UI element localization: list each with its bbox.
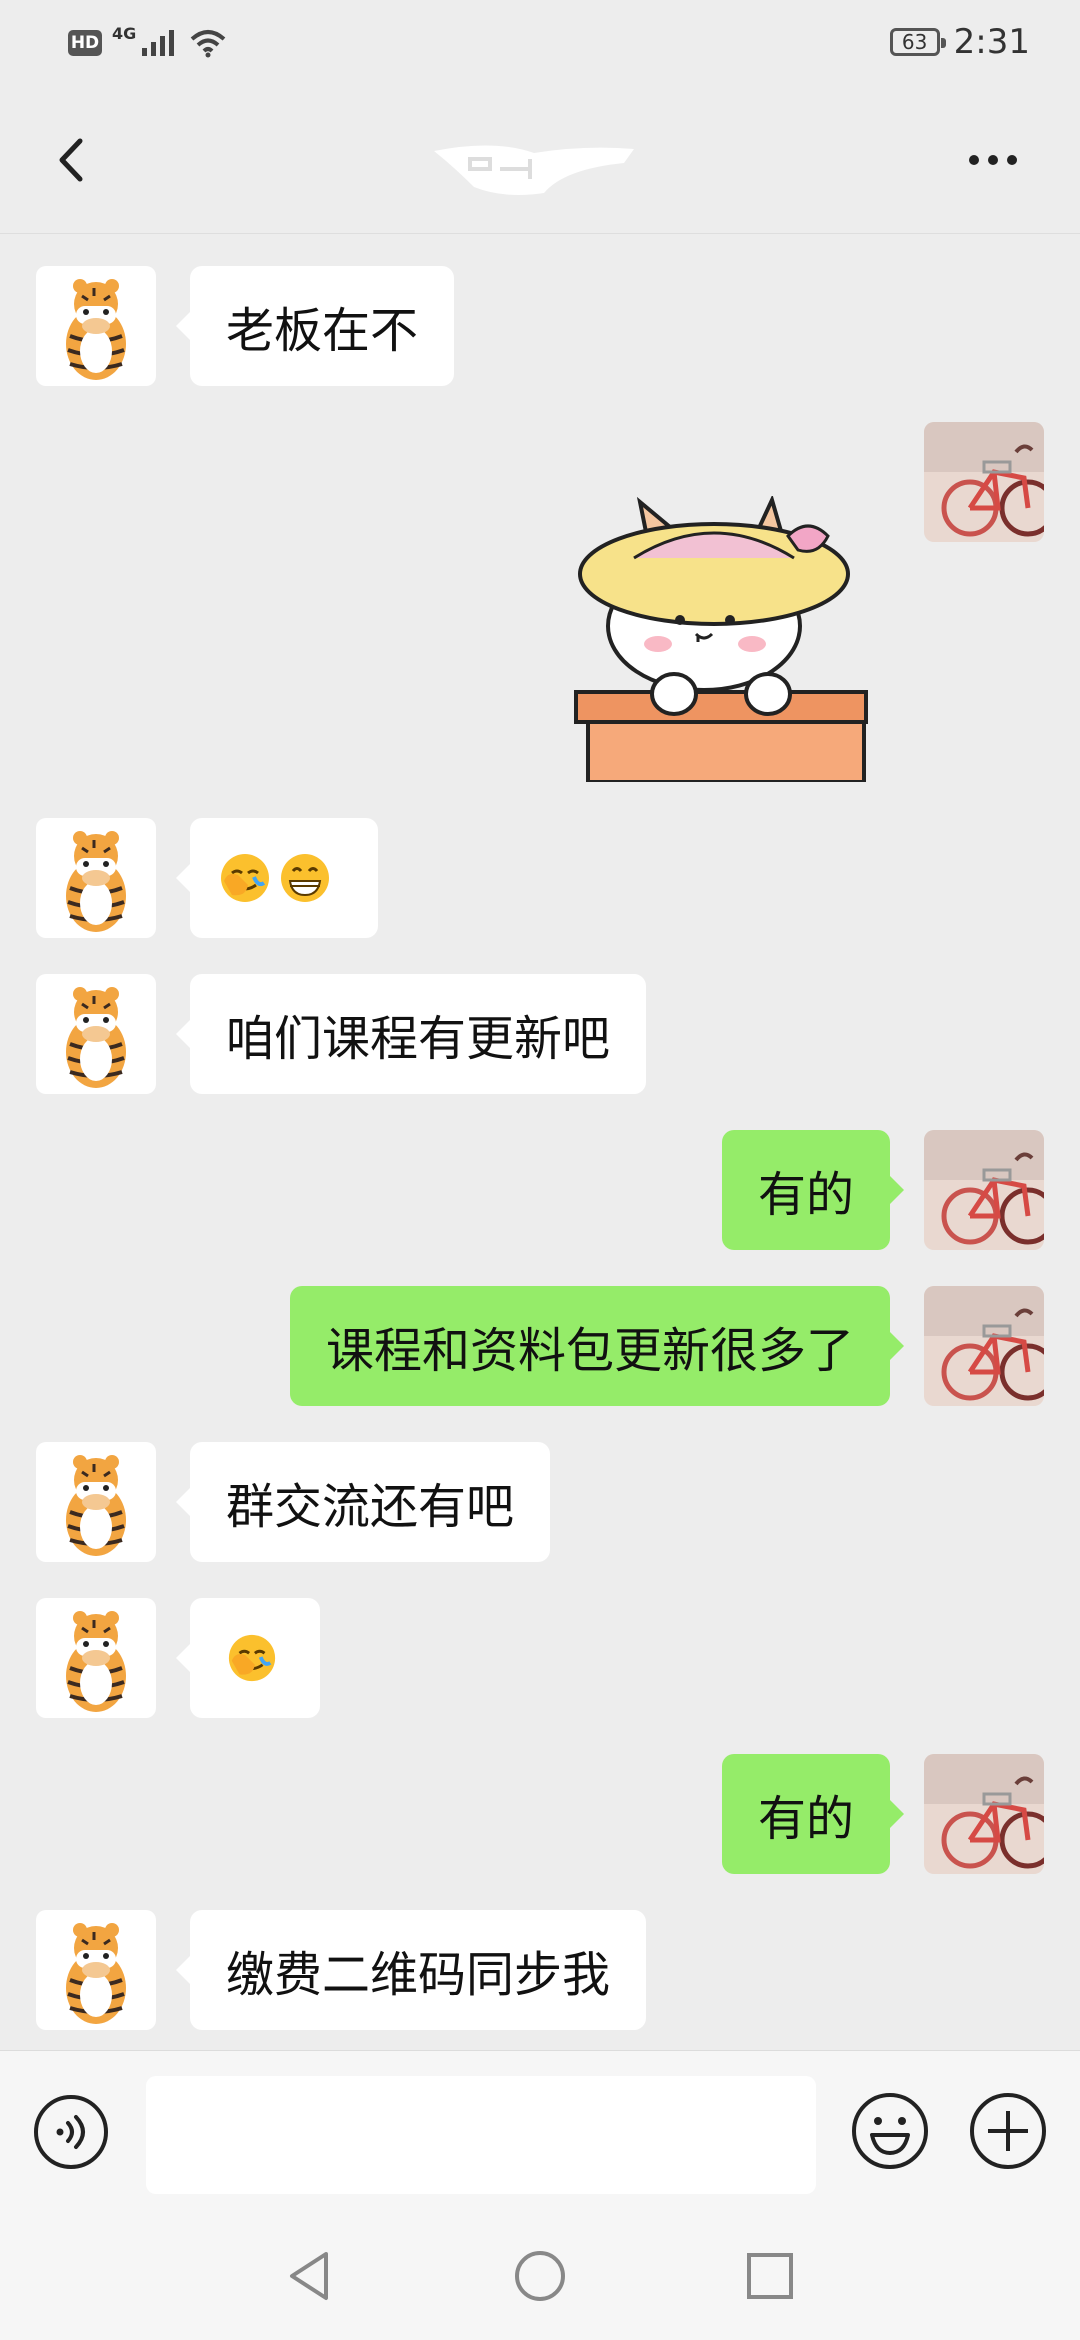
message-incoming[interactable] xyxy=(176,818,378,938)
message-text: 老板在不 xyxy=(226,303,419,359)
message-incoming[interactable] xyxy=(176,1598,320,1718)
triangle-back-icon[interactable] xyxy=(282,2248,338,2304)
wifi-icon xyxy=(190,30,226,58)
message-incoming[interactable]: 咱们课程有更新吧 xyxy=(175,974,647,1094)
grinning-emoji xyxy=(278,851,332,905)
network-type: 4G xyxy=(112,23,137,43)
chat-header xyxy=(0,95,1080,234)
status-right: 63 2:31 xyxy=(889,22,1030,62)
contact-avatar[interactable] xyxy=(36,974,156,1094)
plus-icon[interactable] xyxy=(968,2091,1048,2171)
square-recents-icon[interactable] xyxy=(742,2248,798,2304)
contact-avatar[interactable] xyxy=(36,1910,156,2030)
message-incoming[interactable]: 群交流还有吧 xyxy=(175,1442,551,1562)
more-horizontal-icon[interactable] xyxy=(958,125,1028,195)
system-navigation xyxy=(0,2210,1080,2340)
face-palm-emoji xyxy=(218,851,272,905)
contact-avatar[interactable] xyxy=(36,266,156,386)
circle-home-icon[interactable] xyxy=(512,2248,568,2304)
my-avatar[interactable] xyxy=(924,1286,1044,1406)
message-outgoing[interactable]: 有的 xyxy=(721,1130,905,1250)
message-incoming[interactable]: 缴费二维码同步我 xyxy=(175,1910,647,2030)
battery-icon: 63 xyxy=(889,28,946,56)
smile-icon[interactable] xyxy=(850,2091,930,2171)
status-bar: HD 4G 63 2:31 xyxy=(0,0,1080,95)
status-left: HD 4G xyxy=(68,24,228,58)
signal-icon xyxy=(142,30,175,56)
contact-avatar[interactable] xyxy=(36,818,156,938)
my-avatar[interactable] xyxy=(924,1754,1044,1874)
hd-badge: HD xyxy=(68,30,102,56)
chevron-left-icon[interactable] xyxy=(40,125,110,195)
message-input[interactable] xyxy=(146,2076,816,2194)
message-text: 群交流还有吧 xyxy=(226,1479,515,1535)
my-avatar[interactable] xyxy=(924,422,1044,542)
cat-with-hat-sticker[interactable] xyxy=(574,496,874,782)
message-text: 有的 xyxy=(757,1791,854,1847)
contact-avatar[interactable] xyxy=(36,1598,156,1718)
message-text: 缴费二维码同步我 xyxy=(226,1947,611,2003)
message-text: 咱们课程有更新吧 xyxy=(226,1011,611,1067)
my-avatar[interactable] xyxy=(924,1130,1044,1250)
contact-avatar[interactable] xyxy=(36,1442,156,1562)
battery-level: 63 xyxy=(901,30,928,54)
message-incoming[interactable]: 老板在不 xyxy=(175,266,455,386)
face-palm-emoji xyxy=(226,1631,278,1685)
message-outgoing[interactable]: 课程和资料包更新很多了 xyxy=(289,1286,905,1406)
clock: 2:31 xyxy=(953,22,1030,62)
input-bar xyxy=(0,2050,1080,2211)
message-text: 有的 xyxy=(757,1167,854,1223)
voice-icon[interactable] xyxy=(32,2093,110,2171)
message-text: 课程和资料包更新很多了 xyxy=(325,1323,854,1379)
message-outgoing[interactable]: 有的 xyxy=(721,1754,905,1874)
contact-name-redacted xyxy=(434,145,634,195)
